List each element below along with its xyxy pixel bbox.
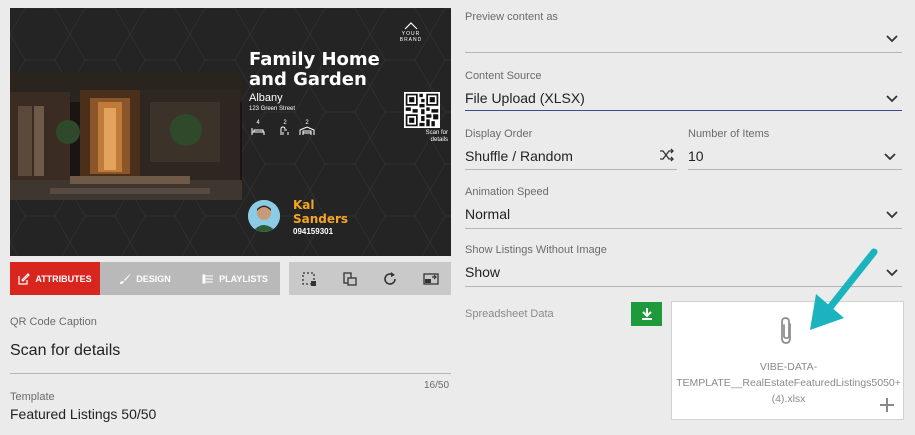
number-of-items-select[interactable]: 10: [688, 148, 704, 164]
qr-caption-preview: Scan for details: [425, 130, 448, 143]
agent-first-name: Kal: [293, 198, 315, 212]
layers-icon: [343, 271, 357, 286]
house-photo: [10, 72, 242, 200]
listing-title: Family Home and Garden: [249, 49, 380, 90]
animation-speed-underline: [465, 228, 902, 229]
animation-speed-label: Animation Speed: [465, 186, 549, 198]
refresh-icon: [384, 271, 397, 285]
listing-street: 123 Green Street: [249, 106, 296, 112]
preview-toolbar: [289, 262, 451, 295]
agent-last-name: Sanders: [293, 212, 349, 226]
template-preview[interactable]: YOUR BRAND Family Home and Garden Albany…: [10, 8, 451, 256]
brand-logo-icon: [404, 22, 418, 30]
display-order-select[interactable]: Shuffle / Random: [465, 148, 573, 164]
number-of-items-label: Number of Items: [688, 128, 770, 140]
screen-share-icon: [423, 272, 439, 285]
editor-screen: YOUR BRAND Family Home and Garden Albany…: [0, 0, 915, 435]
display-order-underline: [465, 169, 677, 170]
without-image-select[interactable]: Show: [465, 264, 500, 280]
tab-playlists[interactable]: PLAYLISTS: [190, 262, 280, 295]
animation-speed-select[interactable]: Normal: [465, 206, 510, 222]
shuffle-icon: [660, 148, 674, 162]
screen-share-button[interactable]: [411, 262, 452, 295]
number-of-items-underline: [688, 169, 902, 170]
select-area-icon: [302, 271, 317, 286]
chevron-down-icon[interactable]: [886, 267, 898, 279]
download-icon: [641, 308, 652, 320]
uploaded-file-name: VIBE-DATA- TEMPLATE__RealEstateFeaturedL…: [672, 359, 905, 407]
preview-as-underline: [465, 52, 902, 53]
qr-code: [404, 92, 440, 128]
file-name-line: TEMPLATE__RealEstateFeaturedListings5050…: [676, 377, 901, 389]
file-name-line: (4).xlsx: [771, 393, 806, 405]
char-counter: 16/50: [424, 380, 450, 391]
chevron-down-icon[interactable]: [884, 151, 896, 163]
chevron-down-icon[interactable]: [886, 209, 898, 221]
refresh-button[interactable]: [370, 262, 411, 295]
chevron-down-icon[interactable]: [886, 33, 898, 45]
list-icon: [202, 274, 214, 283]
bath-icon: [280, 126, 289, 135]
agent-phone: 094159301: [293, 227, 334, 236]
brand-logo: YOUR BRAND: [394, 22, 428, 43]
content-source-underline: [465, 110, 902, 111]
tab-label: PLAYLISTS: [219, 273, 268, 284]
qr-caption-label: QR Code Caption: [10, 316, 97, 328]
listing-city: Albany: [249, 92, 283, 104]
paperclip-icon: [781, 317, 791, 344]
brand-text: YOUR BRAND: [399, 31, 423, 43]
feature-garages: 2: [297, 120, 317, 138]
bed-icon: [251, 128, 265, 135]
editor-tabs: ATTRIBUTES DESIGN PLAYLISTS: [10, 262, 280, 295]
tab-attributes[interactable]: ATTRIBUTES: [10, 262, 100, 295]
select-area-button[interactable]: [289, 262, 330, 295]
add-file-icon[interactable]: [879, 397, 895, 413]
template-value: Featured Listings 50/50: [10, 406, 157, 422]
garage-icon: [299, 126, 315, 135]
tab-label: DESIGN: [136, 273, 171, 284]
agent-photo: [248, 200, 280, 232]
content-source-select[interactable]: File Upload (XLSX): [465, 90, 585, 106]
feature-bedrooms: 4: [248, 120, 268, 138]
agent-avatar: [248, 200, 280, 232]
pointer-arrow-icon: [810, 248, 878, 330]
brush-icon: [120, 273, 131, 284]
qr-caption-input[interactable]: Scan for details: [10, 342, 120, 360]
edit-icon: [18, 272, 31, 285]
display-order-label: Display Order: [465, 128, 533, 140]
chevron-down-icon[interactable]: [886, 93, 898, 105]
layers-button[interactable]: [330, 262, 371, 295]
agent-name: Kal Sanders: [293, 198, 348, 226]
template-label: Template: [10, 391, 55, 403]
download-button[interactable]: [631, 302, 662, 326]
tab-label: ATTRIBUTES: [35, 273, 92, 284]
feature-bathrooms: 2: [275, 120, 295, 138]
content-source-label: Content Source: [465, 70, 542, 82]
spreadsheet-data-label: Spreadsheet Data: [465, 308, 554, 320]
file-name-line: VIBE-DATA-: [759, 361, 818, 373]
qr-caption-underline: [10, 373, 451, 374]
without-image-label: Show Listings Without Image: [465, 244, 607, 256]
preview-as-label: Preview content as: [465, 11, 558, 23]
tab-design[interactable]: DESIGN: [100, 262, 190, 295]
